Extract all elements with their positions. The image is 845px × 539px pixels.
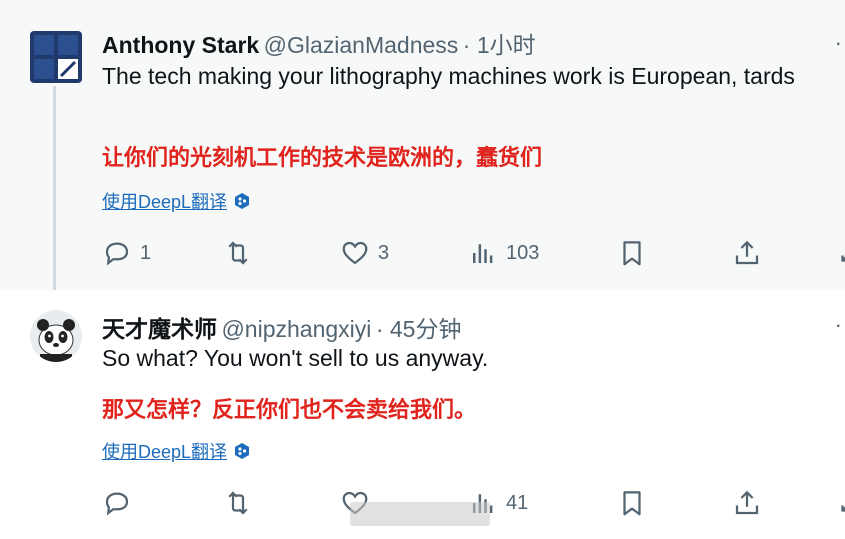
translation-text: 那又怎样？反正你们也不会卖给我们。 [102,397,477,422]
avatar-logo-icon [30,31,82,83]
grok-button[interactable] [835,236,845,270]
share-button[interactable] [732,236,762,270]
author-name[interactable]: 天才魔术师 [102,316,217,342]
retweet-button[interactable] [223,236,261,270]
view-count: 41 [506,491,529,514]
retweet-icon [228,491,248,515]
bookmark-button[interactable] [617,236,647,270]
thread-connector-line [53,86,56,300]
reply-button[interactable]: 1 [102,236,151,270]
grok-button[interactable] [835,486,845,520]
timestamp[interactable]: · 45分钟 [376,316,462,342]
heart-icon [342,241,368,265]
avatar[interactable] [30,310,82,362]
grok-icon [841,505,845,512]
action-bar: 1 3 103 [102,236,845,270]
view-count: 103 [506,241,540,264]
reply-button[interactable] [102,486,140,520]
more-dot: · [834,312,843,337]
share-icon [735,490,759,515]
tweet-text: So what? You won't sell to us anyway. [102,345,489,371]
more-options-icon[interactable]: · [835,30,843,56]
like-button[interactable]: 3 [340,236,389,270]
deepl-translate-link[interactable]: 使用DeepL翻译 [102,438,251,464]
avatar[interactable] [30,31,82,83]
author-handle[interactable]: @nipzhangxiyi [221,316,371,342]
bookmark-icon [623,241,641,266]
tweet-1[interactable]: Anthony Stark @GlazianMadness · 1小时 · Th… [0,0,845,290]
deepl-link-label[interactable]: 使用DeepL翻译 [102,188,227,214]
reply-count: 1 [140,241,152,264]
share-button[interactable] [732,486,762,520]
tweet-2[interactable]: 天才魔术师 @nipzhangxiyi · 45分钟 · So what? Yo… [0,290,845,539]
deepl-translate-link[interactable]: 使用DeepL翻译 [102,188,251,214]
avatar-panda-icon [30,310,82,362]
author-name[interactable]: Anthony Stark [102,32,259,58]
deepl-link-label[interactable]: 使用DeepL翻译 [102,438,227,464]
more-options-icon[interactable]: · [835,312,843,338]
timestamp[interactable]: · 1小时 [463,32,536,58]
reply-icon [105,242,129,266]
bookmark-button[interactable] [617,486,647,520]
tweet-header: 天才魔术师 @nipzhangxiyi · 45分钟 [102,310,461,342]
deepl-icon [235,443,250,459]
reply-icon [105,492,129,516]
grok-icon [841,255,845,262]
share-icon [735,240,759,265]
bookmark-icon [623,491,641,516]
more-dot: · [834,30,843,55]
tweet-text: The tech making your lithography machine… [102,63,795,89]
author-handle[interactable]: @GlazianMadness [264,32,459,58]
views-button[interactable]: 103 [468,236,539,270]
deepl-icon [235,193,250,209]
watermark-overlay [350,502,490,526]
views-chart-icon [473,244,493,263]
like-count: 3 [378,241,390,264]
tweet-header: Anthony Stark @GlazianMadness · 1小时 [102,26,536,58]
translation-text: 让你们的光刻机工作的技术是欧洲的，蠢货们 [102,145,543,170]
retweet-button[interactable] [223,486,261,520]
retweet-icon [228,241,248,265]
